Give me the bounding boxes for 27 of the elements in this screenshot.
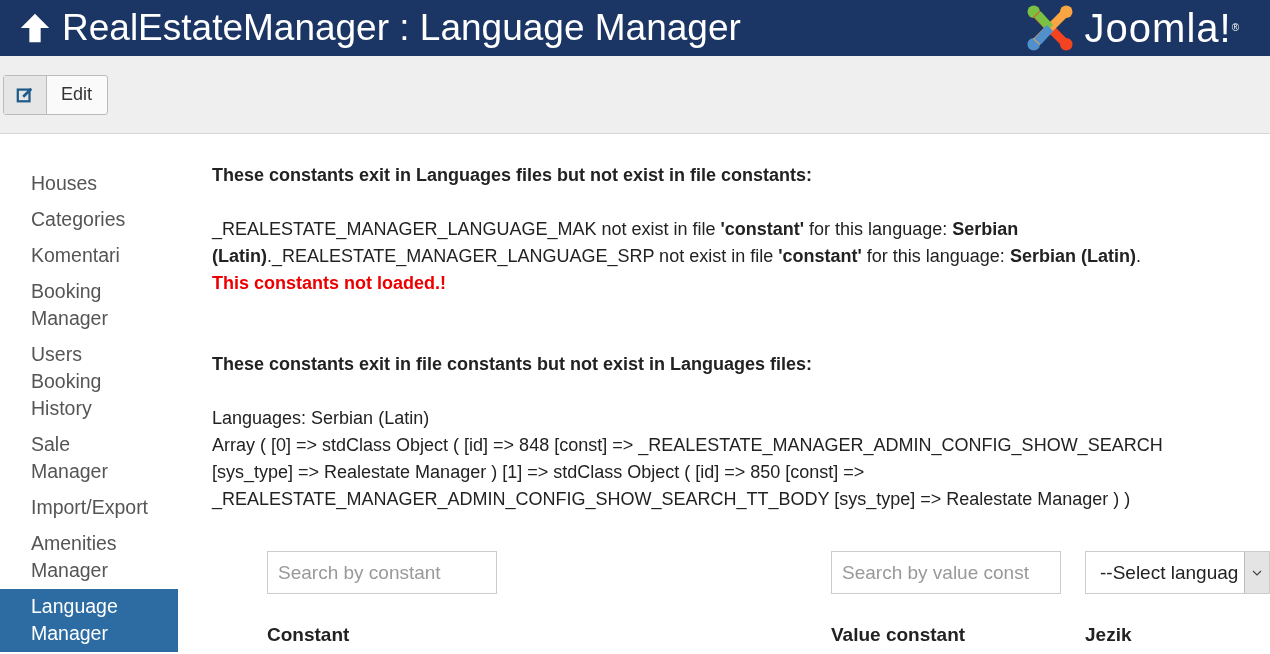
sidebar-item[interactable]: Houses <box>0 166 178 202</box>
caret-icon <box>1252 569 1262 576</box>
search-field[interactable]: Search by constant <box>267 551 497 594</box>
sidebar-item[interactable]: Categories <box>0 202 178 238</box>
edit-button[interactable]: Edit <box>3 74 109 115</box>
sidebar-item[interactable]: Users Booking History <box>0 337 178 427</box>
languages-text: Languages: Serbian (Latin) <box>212 407 431 430</box>
language-select[interactable]: --Select languag <box>1085 551 1270 594</box>
sidebar-item[interactable]: Language Manager <box>0 589 178 652</box>
edit-icon <box>16 85 34 104</box>
sidebar-item[interactable]: Sale Manager <box>0 427 178 490</box>
up-arrow-icon[interactable] <box>18 11 52 45</box>
page-title: RealEstateManager : Language Manager <box>62 7 741 49</box>
section-heading: These constants exit in file constants but not exist in Languages files: <box>212 353 814 376</box>
column-header: Constant <box>267 624 351 646</box>
column-header: Value constant <box>831 624 967 646</box>
missing-constants-message: _REALESTATE_MANAGER_LANGUAGE_MAK not exist in file 'constant' for this language: Serbian (Latin)._REALESTATE_MANAGER_LANGUAGE_SRP not exist in file 'constant' for this language: Serbian (Latin). <box>212 218 1142 269</box>
warning-text: This constants not loaded.! <box>212 272 447 295</box>
logo-text: Joomla!$^{®}$ <box>1084 6 1240 50</box>
sidebar-item[interactable]: Amenities Manager <box>0 526 178 589</box>
sidebar-item[interactable]: Import/Export <box>0 490 178 526</box>
search-field[interactable]: Search by value const <box>831 551 1061 594</box>
section-heading: These constants exit in Languages files but not exist in file constants: <box>212 164 814 187</box>
sidebar-item[interactable]: Komentari <box>0 238 178 274</box>
array-dump-text: Array ( [0] => stdClass Object ( [id] => 848 [const] => _REALESTATE_MANAGER_ADMIN_CONFIG_SHOW_SEARCH [sys_type] => Realestate Manager ) [1] => stdClass Object ( [id] => 850 [const] => _REALESTATE_MANAGER_ADMIN_CONFIG_SHOW_SEARCH_TT_BODY [sys_type] => Realestate Manager ) ) <box>212 434 1164 512</box>
column-header: Jezik <box>1085 624 1133 646</box>
sidebar-item[interactable]: Booking Manager <box>0 274 178 337</box>
